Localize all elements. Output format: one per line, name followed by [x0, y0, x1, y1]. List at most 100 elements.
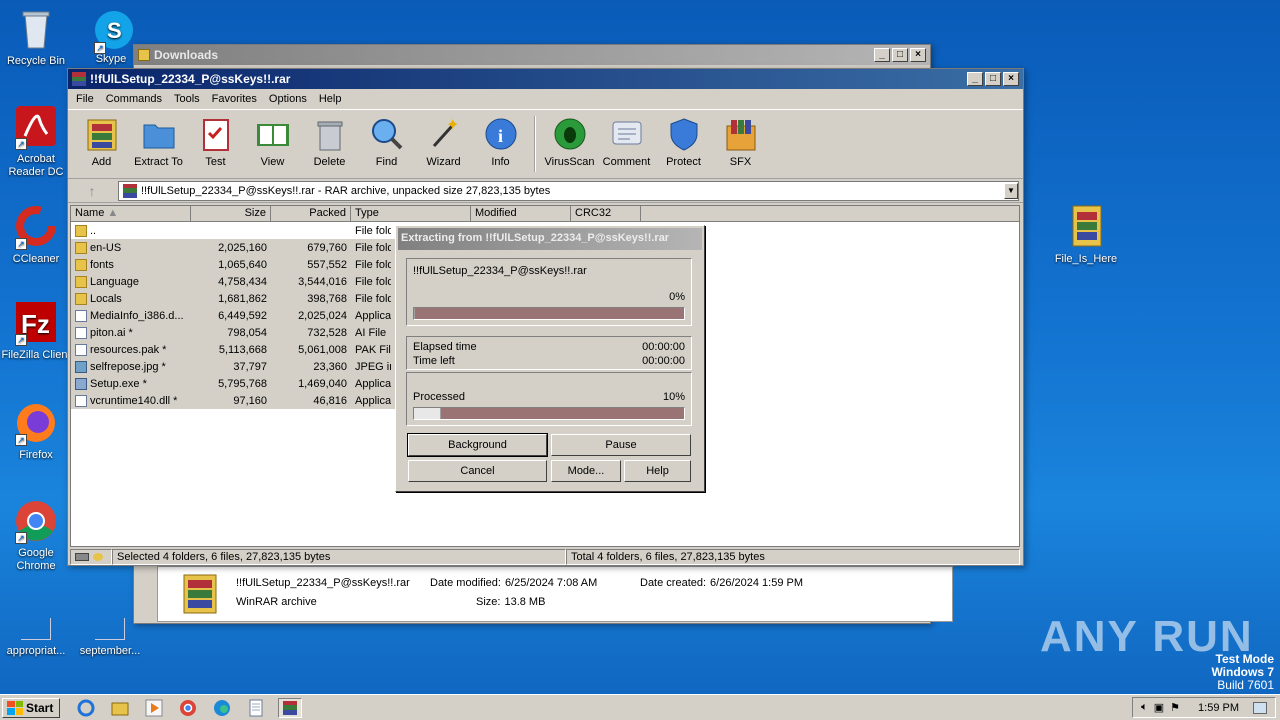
table-row[interactable]: resources.pak * 5,113,668 5,061,008 PAK Fil… — [71, 341, 401, 358]
winrar-titlebar[interactable]: !!fUlLSetup_22334_P@ssKeys!!.rar _ □ × — [68, 69, 1023, 89]
flag-icon[interactable]: ⚑ — [1170, 701, 1180, 714]
comment-button[interactable]: Comment — [599, 114, 654, 168]
toolbar: Add Extract To Test View Delete Find ✦ W… — [68, 109, 1023, 179]
cell-packed: 3,544,016 — [298, 275, 347, 288]
table-row[interactable]: piton.ai * 798,054 732,528 AI File — [71, 324, 401, 341]
table-row[interactable]: fonts 1,065,640 557,552 File fold — [71, 256, 401, 273]
col-name[interactable]: Name ▲ — [71, 206, 191, 221]
cell-size: 5,113,668 — [218, 343, 267, 356]
menu-options[interactable]: Options — [263, 93, 313, 105]
maximize-button[interactable]: □ — [985, 72, 1001, 86]
system-tray: 🔈︎ ▣ ⚑ 1:59 PM — [1132, 697, 1276, 718]
winrar-taskbar-icon[interactable] — [278, 697, 303, 718]
chevron-down-icon[interactable]: ▼ — [1004, 182, 1018, 199]
sfx-button[interactable]: SFX — [713, 114, 768, 168]
magic-wand-icon: ✦ — [426, 115, 462, 152]
chrome-icon: ↗ — [13, 498, 59, 544]
media-player-icon[interactable] — [142, 698, 166, 718]
minimize-button[interactable]: _ — [967, 72, 983, 86]
col-packed[interactable]: Packed — [271, 206, 351, 221]
cell-packed: 23,360 — [313, 360, 347, 373]
winrar-archive-icon — [178, 573, 222, 615]
menubar: File Commands Tools Favorites Options He… — [68, 89, 1023, 109]
book-icon — [255, 116, 291, 152]
help-button[interactable]: Help — [624, 460, 691, 482]
start-button[interactable]: Start — [2, 697, 61, 718]
explorer-icon[interactable] — [108, 698, 132, 718]
cell-name: resources.pak * — [71, 343, 191, 356]
status-bar: Selected 4 folders, 6 files, 27,823,135 … — [70, 549, 1020, 567]
extract-dialog[interactable]: Extracting from !!fUlLSetup_22334_P@ssKe… — [395, 225, 705, 492]
desktop-icon-file-is-here[interactable]: File_Is_Here — [1050, 204, 1122, 266]
mode-button[interactable]: Mode... — [551, 460, 621, 482]
menu-tools[interactable]: Tools — [168, 93, 206, 105]
chrome-taskbar-icon[interactable] — [176, 698, 200, 718]
background-button[interactable]: Background — [407, 433, 548, 457]
notepad-icon[interactable] — [244, 698, 268, 718]
table-row[interactable]: selfrepose.jpg * 37,797 23,360 JPEG im — [71, 358, 401, 375]
view-button[interactable]: View — [245, 114, 300, 168]
menu-favorites[interactable]: Favorites — [206, 93, 263, 105]
volume-icon[interactable]: 🔈︎ — [1141, 701, 1148, 714]
file-icon — [75, 309, 87, 322]
desktop-icon-filezilla[interactable]: Fz ↗ FileZilla Client — [0, 300, 72, 362]
cell-size: 798,054 — [227, 326, 267, 339]
file-icon — [75, 326, 87, 339]
table-row[interactable]: en-US 2,025,160 679,760 File fold — [71, 239, 401, 256]
desktop-icon-ccleaner[interactable]: ↗ CCleaner — [0, 204, 72, 266]
test-button[interactable]: Test — [188, 114, 243, 168]
date-modified-value: 6/25/2024 7:08 AM — [504, 577, 598, 589]
cell-name: selfrepose.jpg * — [71, 360, 191, 373]
column-header: Name ▲ Size Packed Type Modified CRC32 — [71, 206, 1019, 222]
maximize-button[interactable]: □ — [892, 48, 908, 62]
close-button[interactable]: × — [1003, 72, 1019, 86]
winrar-app-icon — [123, 183, 137, 198]
desktop-icon-recycle-bin[interactable]: Recycle Bin — [0, 6, 72, 68]
desktop-icon-firefox[interactable]: ↗ Firefox — [0, 400, 72, 462]
cell-packed: 398,768 — [307, 292, 347, 305]
col-crc32[interactable]: CRC32 — [571, 206, 641, 221]
show-desktop-icon[interactable] — [1253, 701, 1267, 714]
clock[interactable]: 1:59 PM — [1198, 702, 1239, 714]
table-row[interactable]: vcruntime140.dll * 97,160 46,816 Applicat — [71, 392, 401, 409]
up-arrow-icon[interactable]: ↑ — [72, 183, 112, 199]
downloads-titlebar[interactable]: Downloads _ □ × — [134, 45, 930, 65]
info-button[interactable]: i Info — [473, 114, 528, 168]
edge-icon[interactable] — [210, 698, 234, 718]
recycle-bin-icon — [13, 6, 59, 52]
menu-help[interactable]: Help — [313, 93, 348, 105]
ie-icon[interactable] — [74, 698, 98, 718]
network-icon[interactable]: ▣ — [1154, 701, 1164, 714]
table-row[interactable]: MediaInfo_i386.d... 6,449,592 2,025,024 App… — [71, 307, 401, 324]
cell-packed: 732,528 — [307, 326, 347, 339]
extract-to-button[interactable]: Extract To — [131, 114, 186, 168]
magnifier-icon — [369, 116, 405, 152]
col-modified[interactable]: Modified — [471, 206, 571, 221]
winrar-archive-icon — [1063, 204, 1109, 250]
find-button[interactable]: Find — [359, 114, 414, 168]
delete-button[interactable]: Delete — [302, 114, 357, 168]
pause-button[interactable]: Pause — [551, 434, 691, 456]
table-row[interactable]: Locals 1,681,862 398,768 File fold — [71, 290, 401, 307]
wizard-button[interactable]: ✦ Wizard — [416, 114, 471, 168]
col-size[interactable]: Size — [191, 206, 271, 221]
desktop-icon-acrobat[interactable]: ↗ Acrobat Reader DC — [0, 104, 72, 179]
svg-text:i: i — [498, 126, 503, 146]
table-row[interactable]: Language 4,758,434 3,544,016 File fold — [71, 273, 401, 290]
address-combo[interactable]: !!fUlLSetup_22334_P@ssKeys!!.rar - RAR a… — [118, 180, 1019, 201]
cell-packed: 1,469,040 — [298, 377, 347, 390]
table-row[interactable]: Setup.exe * 5,795,768 1,469,040 Applicat — [71, 375, 401, 392]
col-type[interactable]: Type — [351, 206, 471, 221]
menu-commands[interactable]: Commands — [100, 93, 168, 105]
protect-button[interactable]: Protect — [656, 114, 711, 168]
status-total: Total 4 folders, 6 files, 27,823,135 byt… — [566, 549, 1020, 565]
cell-size: 37,797 — [233, 360, 267, 373]
desktop-icon-chrome[interactable]: ↗ Google Chrome — [0, 498, 72, 573]
minimize-button[interactable]: _ — [874, 48, 890, 62]
add-button[interactable]: Add — [74, 114, 129, 168]
close-button[interactable]: × — [910, 48, 926, 62]
cancel-button[interactable]: Cancel — [408, 460, 547, 482]
virusscan-button[interactable]: VirusScan — [542, 114, 597, 168]
desktop-icon-appropriat[interactable]: appropriat... — [0, 616, 72, 658]
menu-file[interactable]: File — [70, 93, 100, 105]
